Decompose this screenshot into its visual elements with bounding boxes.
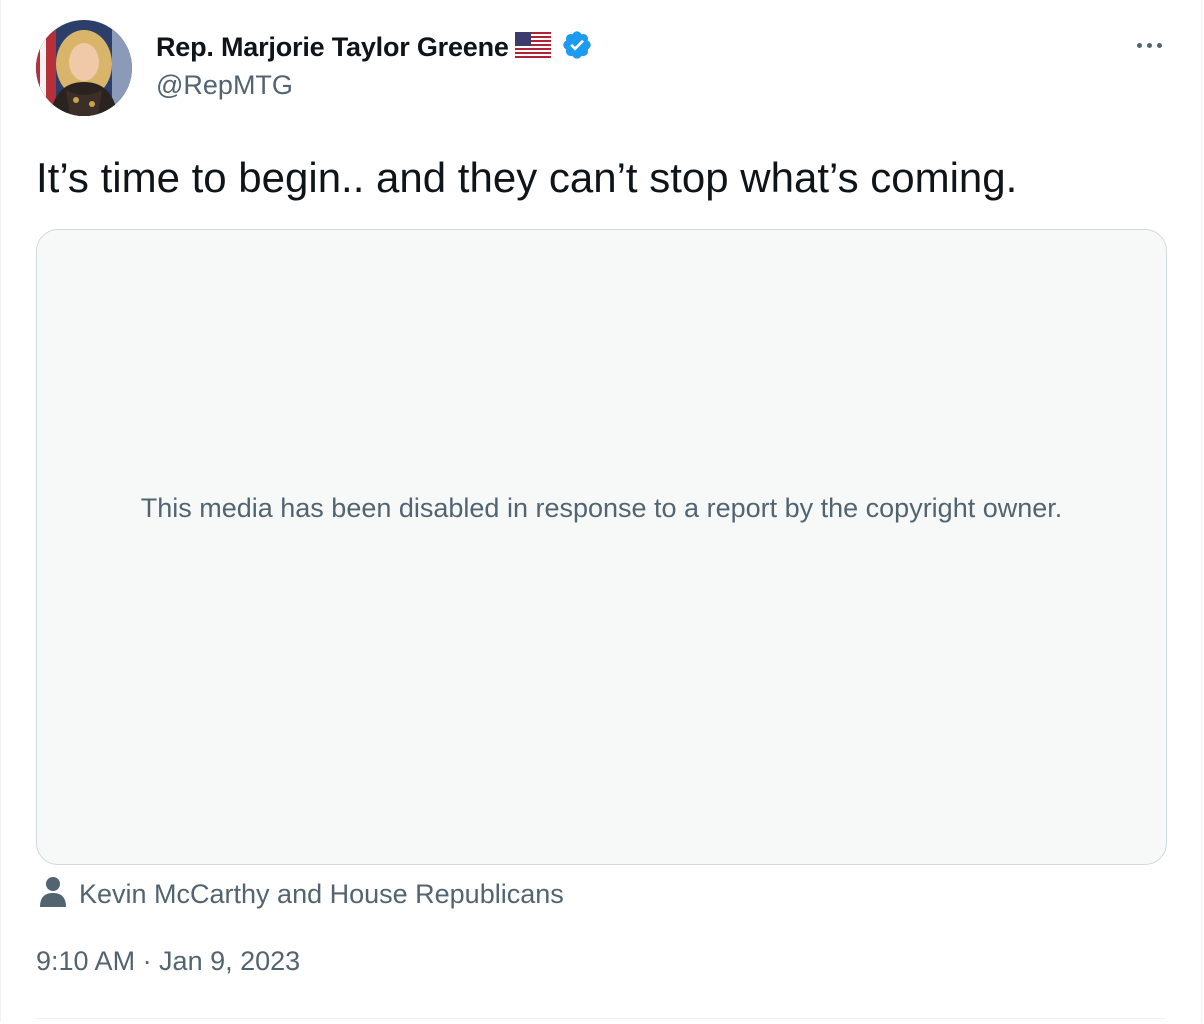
user-handle[interactable]: @RepMTG xyxy=(156,70,293,101)
tweet-text: It’s time to begin.. and they can’t stop… xyxy=(36,154,1018,201)
tagged-people-label: Kevin McCarthy and House Republicans xyxy=(79,878,564,909)
display-name[interactable]: Rep. Marjorie Taylor Greene xyxy=(156,32,509,63)
tagged-people-link[interactable]: Kevin McCarthy and House Republicans xyxy=(39,874,564,914)
more-dot-icon xyxy=(1156,42,1162,48)
disabled-media-card: This media has been disabled in response… xyxy=(36,229,1167,865)
more-dot-icon xyxy=(1146,42,1152,48)
us-flag-icon xyxy=(514,31,552,63)
more-options-button[interactable] xyxy=(1129,30,1169,60)
verified-badge-icon[interactable] xyxy=(561,29,593,66)
more-dot-icon xyxy=(1136,42,1142,48)
person-icon xyxy=(39,876,67,913)
avatar[interactable] xyxy=(36,20,132,116)
divider xyxy=(36,1018,1166,1019)
author-name-row[interactable]: Rep. Marjorie Taylor Greene xyxy=(156,28,593,66)
media-disabled-message: This media has been disabled in response… xyxy=(140,493,1063,523)
tweet-container: Rep. Marjorie Taylor Greene @RepMTG It’s… xyxy=(0,0,1202,1022)
avatar-image xyxy=(36,20,132,116)
tweet-timestamp[interactable]: 9:10 AM · Jan 9, 2023 xyxy=(36,946,300,977)
